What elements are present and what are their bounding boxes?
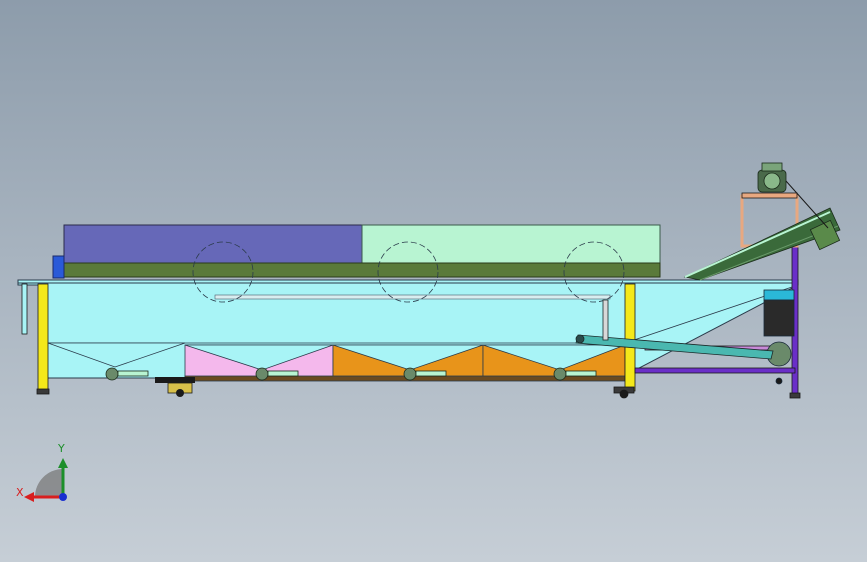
axis-y-label: Y [58, 442, 65, 455]
leg-left-outer [37, 283, 49, 392]
axis-x-arrow-icon [24, 492, 34, 502]
leg-right [624, 283, 636, 392]
axis-z-dot-icon [59, 493, 67, 501]
frame-post-foot [789, 392, 801, 399]
valve-1-pipe [117, 370, 149, 377]
valve-2-pipe [267, 370, 299, 377]
valve-4-pipe [565, 370, 597, 377]
pump-outlet [775, 377, 783, 385]
leg-left-inner [21, 283, 28, 335]
cad-viewport[interactable] [0, 0, 867, 562]
valve-3-pipe [415, 370, 447, 377]
valve-2 [255, 367, 269, 381]
pipe-elbow [575, 334, 585, 344]
triad-plane [35, 469, 63, 497]
axis-x-label: X [16, 486, 24, 499]
motor-stand-top [741, 192, 798, 199]
leg-left-foot [36, 388, 50, 395]
cover-strip [63, 262, 661, 278]
top-motor-pulley [763, 172, 781, 190]
top-cover [52, 224, 661, 279]
valve-1 [105, 367, 119, 381]
caster [155, 377, 195, 397]
leg-right-wheel [619, 389, 629, 399]
spray-bar [214, 294, 611, 300]
top-motor-cap [761, 162, 783, 172]
pump-motor-fan [763, 289, 795, 301]
caster-wheel [176, 389, 184, 397]
pump-motor-body [763, 299, 795, 337]
caster-plate [155, 377, 195, 383]
axis-y-arrow-icon [58, 458, 68, 468]
axis-triad [24, 458, 68, 502]
cover-left-panel [63, 224, 363, 266]
conveyor-belt-edge [684, 211, 831, 278]
valve-4 [553, 367, 567, 381]
frame-beam-low [634, 367, 796, 374]
valve-3 [403, 367, 417, 381]
pipe-riser [602, 299, 609, 341]
conveyor [683, 207, 841, 281]
cover-right-panel [361, 224, 661, 266]
blue-end-block [52, 255, 65, 279]
